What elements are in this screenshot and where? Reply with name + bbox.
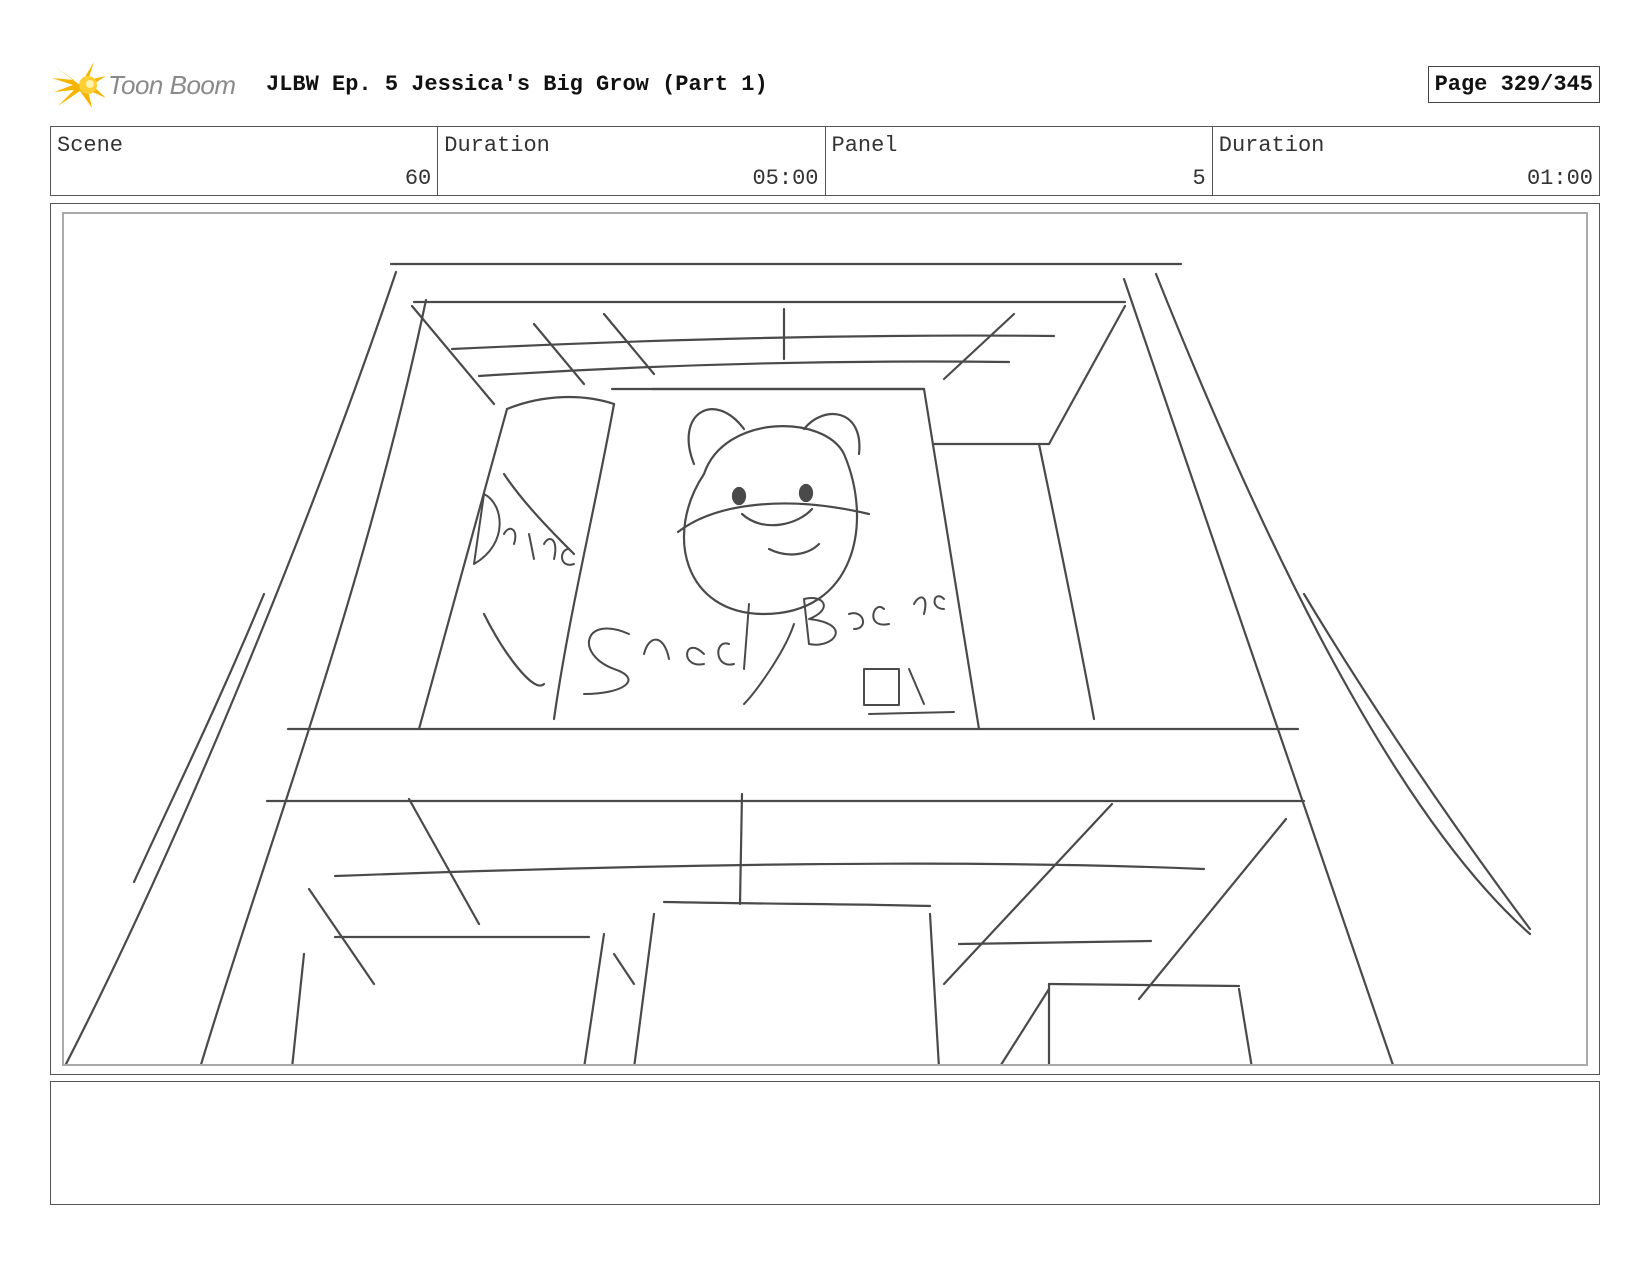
scene-duration-label: Duration: [444, 133, 550, 158]
shelf-frame-lines: [64, 262, 1532, 1064]
storyboard-title: JLBW Ep. 5 Jessica's Big Grow (Part 1): [266, 72, 768, 97]
page-number: Page 329/345: [1427, 66, 1600, 103]
panel-frame: [50, 203, 1600, 1075]
starburst-icon: [52, 62, 106, 108]
toon-boom-logo: Toon Boom: [52, 60, 252, 110]
panel-label: Panel: [831, 133, 898, 158]
dringles-lettering: [473, 493, 575, 566]
panel-value: 5: [1192, 166, 1206, 191]
panel-image: [62, 212, 1588, 1066]
sketch-drawing: [64, 262, 1532, 1064]
logo-wordmark: Toon Boom: [108, 70, 236, 100]
panel-cell: Panel 5: [826, 127, 1213, 195]
panel-duration-cell: Duration 01:00: [1213, 127, 1599, 195]
lower-shelf-items: [291, 792, 1288, 1064]
page-header: Toon Boom JLBW Ep. 5 Jessica's Big Grow …: [52, 58, 1600, 110]
bear-face: [676, 408, 871, 616]
panel-duration-label: Duration: [1218, 133, 1325, 158]
panel-notes-box: [50, 1081, 1600, 1205]
snack-boxes: [417, 387, 981, 731]
scene-value: 60: [404, 166, 432, 191]
scene-duration-cell: Duration 05:00: [438, 127, 826, 195]
scene-info-row: Scene 60 Duration 05:00 Panel 5 Duration…: [50, 126, 1600, 196]
scene-cell: Scene 60: [51, 127, 439, 195]
panel-duration-value: 01:00: [1526, 166, 1593, 191]
scene-label: Scene: [57, 133, 124, 158]
scene-duration-value: 05:00: [752, 166, 819, 191]
inner-frame-lines: [410, 300, 1127, 721]
